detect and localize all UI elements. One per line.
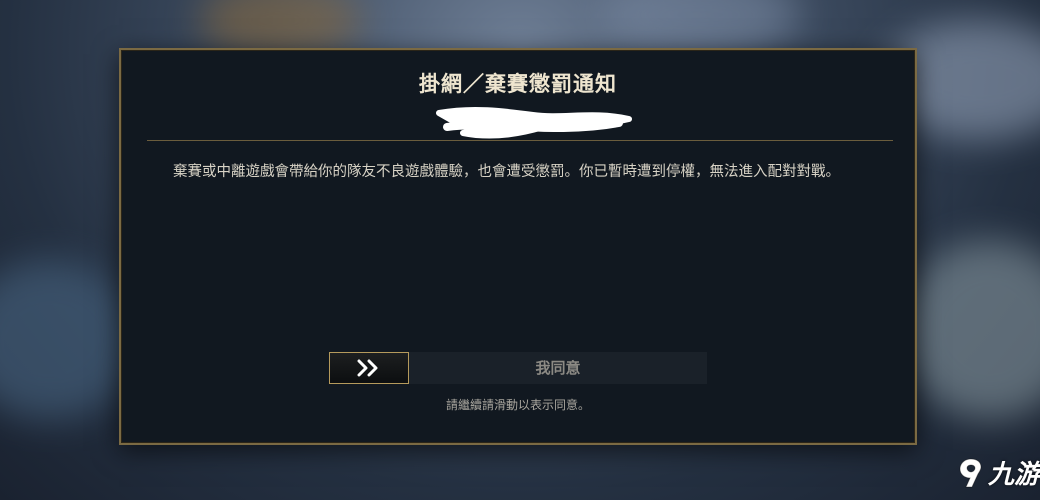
- dialog-title: 掛網／棄賽懲罰通知: [419, 72, 617, 96]
- double-chevron-right-icon: [357, 359, 378, 377]
- slider-handle[interactable]: [329, 352, 409, 384]
- penalty-message: 棄賽或中離遊戲會帶給你的隊友不良遊戲體驗，也會遭受懲罰。你已暫時遭到停權，無法進…: [173, 164, 840, 180]
- slider-label: 我同意: [535, 359, 581, 377]
- 9you-logo-icon: [959, 457, 982, 487]
- watermark: 九游: [956, 454, 1040, 491]
- slide-hint: 請繼續請滑動以表示同意。: [445, 398, 590, 412]
- agree-slider[interactable]: 我同意: [329, 352, 707, 384]
- title-divider: [147, 140, 893, 141]
- penalty-dialog: 掛網／棄賽懲罰通知 棄賽或中離遊戲會帶給你的隊友不良遊戲體驗，也會遭受懲罰。你已…: [119, 48, 917, 445]
- redaction-scribble: [436, 106, 632, 139]
- background-blob: [900, 240, 1040, 420]
- watermark-text: 九游: [988, 460, 1040, 490]
